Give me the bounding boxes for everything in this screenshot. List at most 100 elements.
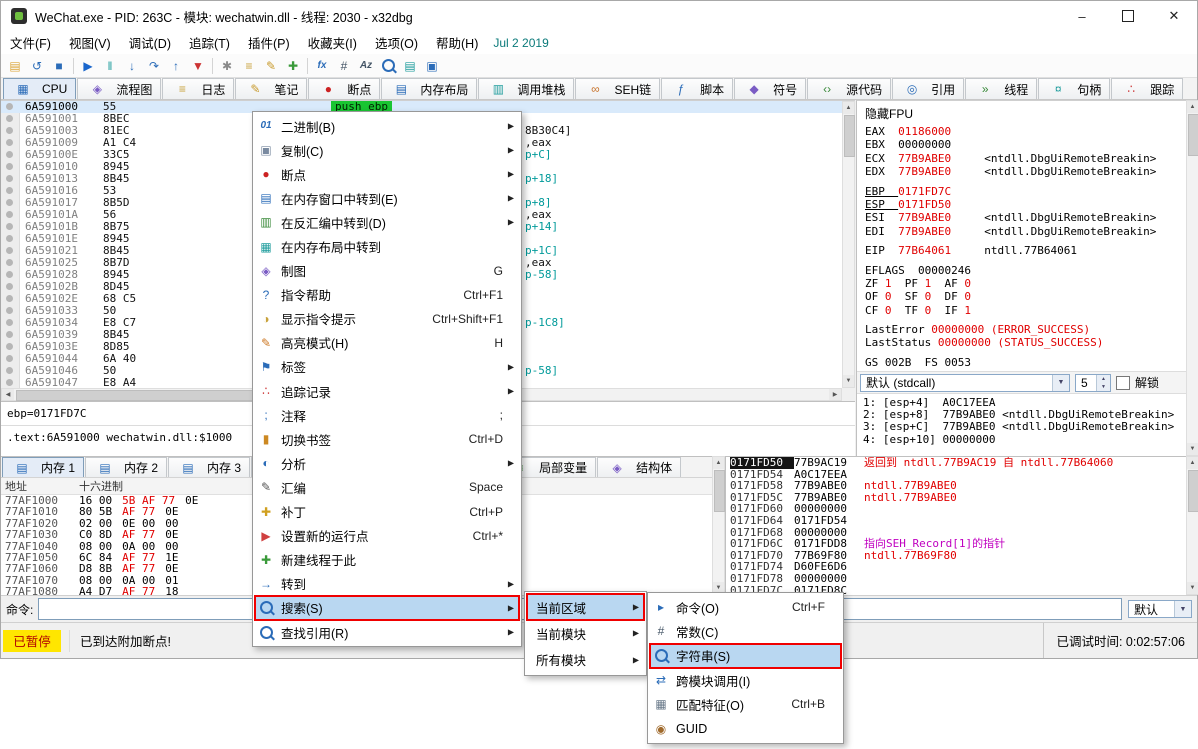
breakpoint-dot-icon[interactable]: [6, 127, 13, 134]
breakpoint-dot-icon[interactable]: [6, 259, 13, 266]
register-line[interactable]: EFLAGS 00000246: [857, 264, 1186, 277]
script-function-button[interactable]: fx: [311, 56, 333, 76]
menu-item-search[interactable]: 搜索(S)▶: [255, 596, 519, 620]
scroll-thumb[interactable]: [844, 115, 855, 157]
pause-button[interactable]: ‖: [99, 56, 121, 76]
hide-fpu-label[interactable]: 隐藏FPU: [857, 101, 1186, 125]
register-line[interactable]: LastStatus 00000000 (STATUS_SUCCESS): [857, 336, 1186, 349]
register-line[interactable]: ESP 0171FD50: [857, 198, 1186, 211]
breakpoint-dot-icon[interactable]: [6, 175, 13, 182]
menu-item-set-new-origin[interactable]: ▶设置新的运行点Ctrl+*: [255, 524, 519, 548]
breakpoint-dot-icon[interactable]: [6, 235, 13, 242]
register-line[interactable]: EAX 01186000: [857, 125, 1186, 138]
close-button[interactable]: ✕: [1151, 1, 1197, 31]
strings-button[interactable]: Az: [355, 56, 377, 76]
chevron-down-icon[interactable]: ▼: [1174, 601, 1191, 617]
tab-references[interactable]: ◎引用: [892, 78, 964, 99]
windows-button[interactable]: ▣: [421, 56, 443, 76]
search-button[interactable]: [377, 56, 399, 76]
spin-up-icon[interactable]: ▲: [1096, 375, 1110, 383]
disassembly-vertical-scrollbar[interactable]: ▲ ▼: [842, 101, 855, 388]
scroll-thumb[interactable]: [1188, 114, 1198, 156]
execute-till-return-button[interactable]: ↑: [165, 56, 187, 76]
scroll-up-icon[interactable]: ▲: [1187, 101, 1198, 113]
menu-item-graph[interactable]: ◈制图G: [255, 259, 519, 283]
menubar-item[interactable]: 调试(D): [120, 31, 180, 54]
minimize-button[interactable]: –: [1059, 1, 1105, 31]
menu-item-current-module[interactable]: 当前模块▶: [527, 620, 644, 646]
menu-item-analysis[interactable]: ◐分析▶: [255, 451, 519, 475]
tab-symbols[interactable]: ◆符号: [734, 78, 806, 99]
menubar-item[interactable]: 收藏夹(I): [299, 31, 366, 54]
tab-seh[interactable]: ∞SEH链: [575, 78, 660, 99]
menu-item-all-modules[interactable]: 所有模块▶: [527, 647, 644, 673]
register-line[interactable]: EBX 00000000: [857, 138, 1186, 151]
breakpoint-dot-icon[interactable]: [6, 283, 13, 290]
scroll-right-icon[interactable]: ▶: [829, 389, 841, 400]
scroll-up-icon[interactable]: ▲: [713, 457, 724, 469]
register-line[interactable]: LastError 00000000 (ERROR_SUCCESS): [857, 323, 1186, 336]
close-button[interactable]: ■: [48, 56, 70, 76]
registers-pane[interactable]: 隐藏FPU EAX 01186000EBX 00000000ECX 77B9AB…: [856, 100, 1186, 456]
menu-item-label[interactable]: ⚑标签▶: [255, 355, 519, 379]
breakpoint-dot-icon[interactable]: [6, 223, 13, 230]
menu-item-follow-in-disasm[interactable]: ▥在反汇编中转到(D)▶: [255, 210, 519, 234]
register-line[interactable]: ESI 77B9ABE0 <ntdll.DbgUiRemoteBreakin>: [857, 211, 1186, 224]
menu-item-highlight-mode[interactable]: ✎高亮模式(H)H: [255, 331, 519, 355]
unlock-checkbox[interactable]: [1116, 376, 1130, 390]
menu-item-show-mnemonic-brief[interactable]: ◑显示指令提示Ctrl+Shift+F1: [255, 307, 519, 331]
breakpoint-dot-icon[interactable]: [6, 271, 13, 278]
tab-memory-map[interactable]: ▤内存布局: [381, 78, 477, 99]
breakpoint-dot-icon[interactable]: [6, 187, 13, 194]
menu-item-goto[interactable]: →转到▶: [255, 572, 519, 596]
menu-item-command[interactable]: ▸命令(O)Ctrl+F: [650, 595, 841, 619]
scroll-down-icon[interactable]: ▼: [1187, 443, 1198, 455]
breakpoint-dot-icon[interactable]: [6, 295, 13, 302]
calling-convention-select[interactable]: 默认 (stdcall) ▼: [860, 374, 1070, 392]
register-line[interactable]: OF 0 SF 0 DF 0: [857, 290, 1186, 303]
menu-item-binary[interactable]: 01二进制(B)▶: [255, 114, 519, 138]
stack-row[interactable]: 0171FD6C0171FDD8指向SEH_Record[1]的指针: [726, 538, 1186, 550]
step-over-button[interactable]: ↷: [143, 56, 165, 76]
breakpoint-dot-icon[interactable]: [6, 103, 13, 110]
open-file-button[interactable]: ▤: [4, 56, 26, 76]
menubar-item[interactable]: 视图(V): [60, 31, 120, 54]
menu-item-current-region[interactable]: 当前区域▶: [527, 594, 644, 620]
breakpoint-dot-icon[interactable]: [6, 367, 13, 374]
tab-breakpoints[interactable]: ●断点: [308, 78, 380, 99]
menu-item-new-thread-here[interactable]: ✚新建线程于此: [255, 548, 519, 572]
menu-item-copy[interactable]: ▣复制(C)▶: [255, 138, 519, 162]
breakpoint-dot-icon[interactable]: [6, 355, 13, 362]
menu-item-constant[interactable]: #常数(C): [650, 619, 841, 643]
register-line[interactable]: ECX 77B9ABE0 <ntdll.DbgUiRemoteBreakin>: [857, 152, 1186, 165]
menu-item-instruction-help[interactable]: ?指令帮助Ctrl+F1: [255, 283, 519, 307]
restart-button[interactable]: ↺: [26, 56, 48, 76]
spin-down-icon[interactable]: ▼: [1096, 383, 1110, 391]
scroll-down-icon[interactable]: ▼: [1187, 582, 1198, 594]
stack-row[interactable]: 0171FD5077B9AC19返回到 ntdll.77B9AC19 自 ntd…: [726, 457, 1186, 469]
tab-struct[interactable]: ◈结构体: [597, 457, 681, 477]
tab-handles[interactable]: ¤句柄: [1038, 78, 1110, 99]
breakpoint-dot-icon[interactable]: [6, 151, 13, 158]
settings-button[interactable]: ✱: [216, 56, 238, 76]
menu-item-follow-in-dump[interactable]: ▤在内存窗口中转到(E)▶: [255, 186, 519, 210]
tab-dump-2[interactable]: ▤内存 2: [85, 457, 167, 477]
breakpoint-dot-icon[interactable]: [6, 331, 13, 338]
registers-vertical-scrollbar[interactable]: ▲ ▼: [1186, 100, 1198, 456]
menu-item-follow-in-memmap[interactable]: ▦在内存布局中转到: [255, 234, 519, 258]
menubar-item[interactable]: 追踪(T): [180, 31, 239, 54]
scroll-thumb[interactable]: [714, 470, 725, 512]
breakpoint-dot-icon[interactable]: [6, 319, 13, 326]
register-line[interactable]: EDI 77B9ABE0 <ntdll.DbgUiRemoteBreakin>: [857, 225, 1186, 238]
trace-into-button[interactable]: ▼: [187, 56, 209, 76]
tab-dump-3[interactable]: ▤内存 3: [168, 457, 250, 477]
register-line[interactable]: CF 0 TF 0 IF 1: [857, 304, 1186, 317]
register-line[interactable]: GS 002B FS 0053: [857, 356, 1186, 369]
stack-pane[interactable]: 0171FD5077B9AC19返回到 ntdll.77B9AC19 自 ntd…: [725, 456, 1186, 595]
argument-line[interactable]: 4: [esp+10] 00000000: [857, 434, 1186, 446]
menubar-item[interactable]: 文件(F): [1, 31, 60, 54]
tab-dump-1[interactable]: ▤内存 1: [2, 457, 84, 477]
constant-button[interactable]: #: [333, 56, 355, 76]
memory-vertical-scrollbar[interactable]: ▲ ▼: [712, 456, 725, 595]
tab-log[interactable]: ≡日志: [162, 78, 234, 99]
